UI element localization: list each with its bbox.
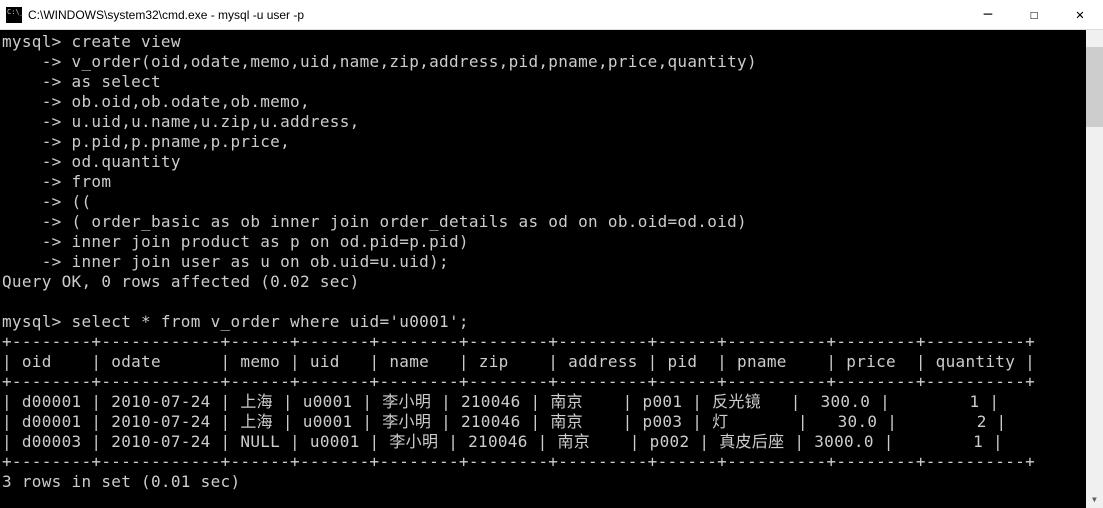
terminal-line: -> u.uid,u.name,u.zip,u.address, [2, 112, 360, 131]
terminal-line: 3 rows in set (0.01 sec) [2, 472, 240, 491]
terminal-output[interactable]: mysql> create view -> v_order(oid,odate,… [0, 30, 1103, 508]
terminal-line: -> od.quantity [2, 152, 181, 171]
terminal-line: mysql> select * from v_order where uid='… [2, 312, 469, 331]
window-title: C:\WINDOWS\system32\cmd.exe - mysql -u u… [28, 8, 965, 22]
terminal-line: -> p.pid,p.pname,p.price, [2, 132, 290, 151]
terminal-line: -> from [2, 172, 111, 191]
table-border: +--------+------------+------+-------+--… [2, 452, 1035, 471]
minimize-icon: ─ [984, 7, 992, 23]
minimize-button[interactable]: ─ [965, 0, 1011, 29]
terminal-line: -> v_order(oid,odate,memo,uid,name,zip,a… [2, 52, 757, 71]
table-row: | d00001 | 2010-07-24 | 上海 | u0001 | 李小明… [2, 412, 1007, 431]
window-titlebar: C:\WINDOWS\system32\cmd.exe - mysql -u u… [0, 0, 1103, 30]
table-row: | d00001 | 2010-07-24 | 上海 | u0001 | 李小明… [2, 392, 999, 411]
maximize-icon: ☐ [1030, 7, 1038, 23]
table-header: | oid | odate | memo | uid | name | zip … [2, 352, 1035, 371]
table-row: | d00003 | 2010-07-24 | NULL | u0001 | 李… [2, 432, 1003, 451]
maximize-button[interactable]: ☐ [1011, 0, 1057, 29]
close-icon: ✕ [1076, 7, 1084, 23]
terminal-line: -> inner join product as p on od.pid=p.p… [2, 232, 469, 251]
terminal-line: -> as select [2, 72, 161, 91]
cmd-icon [6, 7, 22, 23]
terminal-line: mysql> create view [2, 32, 181, 51]
terminal-line: Query OK, 0 rows affected (0.02 sec) [2, 272, 360, 291]
scroll-down-arrow-icon[interactable]: ▼ [1086, 491, 1103, 508]
close-button[interactable]: ✕ [1057, 0, 1103, 29]
terminal-line: -> ob.oid,ob.odate,ob.memo, [2, 92, 310, 111]
scrollbar-thumb[interactable] [1086, 47, 1103, 127]
table-border: +--------+------------+------+-------+--… [2, 372, 1035, 391]
terminal-line: -> ( order_basic as ob inner join order_… [2, 212, 747, 231]
vertical-scrollbar[interactable]: ▲ ▼ [1086, 30, 1103, 508]
terminal-line: -> inner join user as u on ob.uid=u.uid)… [2, 252, 449, 271]
terminal-line: -> (( [2, 192, 91, 211]
table-border: +--------+------------+------+-------+--… [2, 332, 1035, 351]
window-controls: ─ ☐ ✕ [965, 0, 1103, 29]
